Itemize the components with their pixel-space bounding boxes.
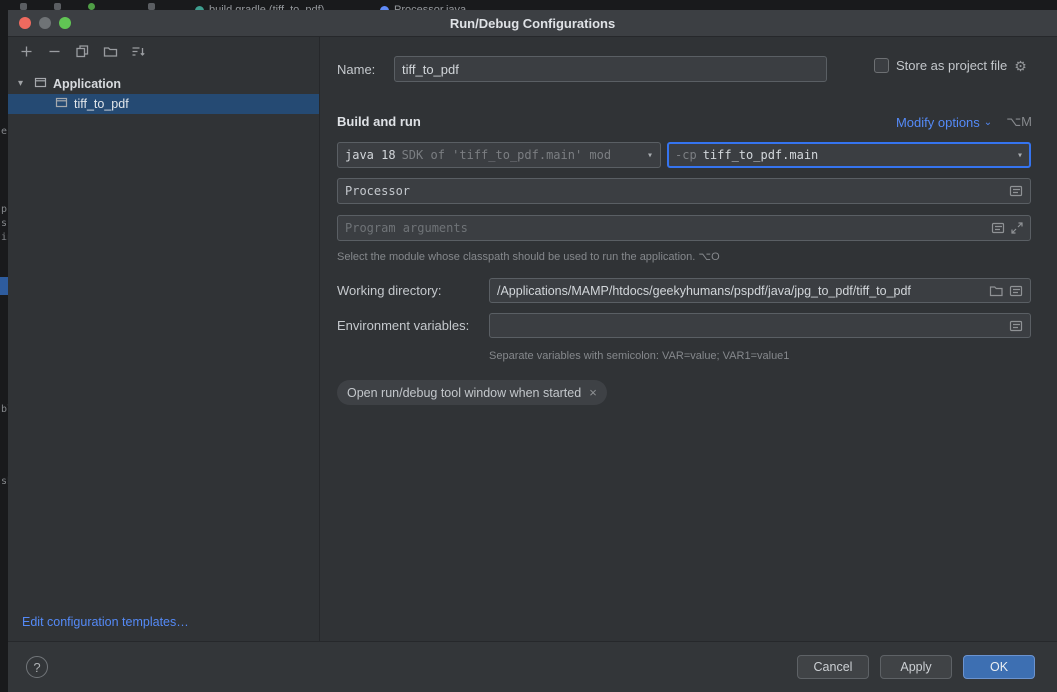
tree-group-label: Application [53,77,121,91]
ok-button[interactable]: OK [963,655,1035,679]
sort-configurations-button[interactable] [130,43,146,59]
modify-options-link[interactable]: Modify options [896,115,980,130]
insert-macros-icon[interactable] [1009,284,1023,298]
insert-macros-icon[interactable] [991,221,1005,235]
store-as-project-file-group: Store as project file ⚙ [874,58,1027,73]
chip-label: Open run/debug tool window when started [347,386,581,400]
tree-group-application[interactable]: ▾ Application [8,73,319,94]
minus-icon [47,44,62,59]
chevron-down-icon: ▾ [1017,150,1023,161]
editor-text-fragment: ss [1,218,8,229]
editor-text-fragment: e [1,126,7,137]
name-field[interactable] [394,56,827,82]
editor-tab-build-gradle[interactable]: build.gradle (tiff_to_pdf) ⌄ [195,0,340,10]
main-class-field[interactable] [337,178,1031,204]
environment-variables-input[interactable] [497,314,1003,337]
jdk-description: SDK of 'tiff_to_pdf.main' mod [402,148,612,162]
editor-tab-processor-java[interactable]: Processor.java [380,0,466,10]
run-configuration-icon [55,96,68,112]
background-toolbar-icon [54,3,61,10]
modify-options-group: Modify options ⌄ ⌥M [896,114,1032,130]
add-configuration-button[interactable] [18,43,34,59]
background-editor-left-sliver: e p ss in ble sh [0,0,8,692]
background-toolbar-icon [148,3,155,10]
dialog-footer: ? Cancel Apply OK [8,641,1057,692]
apply-button[interactable]: Apply [880,655,952,679]
zoom-button[interactable] [59,17,71,29]
dialog-title: Run/Debug Configurations [8,16,1057,31]
insert-macros-icon[interactable] [1009,319,1023,333]
environment-variables-hint: Separate variables with semicolon: VAR=v… [489,350,789,362]
jdk-combo-box[interactable]: java 18 SDK of 'tiff_to_pdf.main' mod ▾ [337,142,661,168]
remove-configuration-button[interactable] [46,43,62,59]
module-value: tiff_to_pdf.main [703,148,819,162]
working-directory-input[interactable] [497,279,983,302]
build-and-run-section-title: Build and run [337,114,421,129]
sidebar-toolbar [8,37,319,65]
module-classpath-combo-box[interactable]: -cp tiff_to_pdf.main ▾ [667,142,1031,168]
chevron-down-icon: ▾ [18,78,28,89]
copy-configuration-button[interactable] [74,43,90,59]
chevron-down-icon: ▾ [647,150,653,161]
help-button[interactable]: ? [26,656,48,678]
configurations-sidebar: ▾ Application tiff_to_pdf Edit configura… [8,37,320,641]
run-debug-configurations-dialog: Run/Debug Configurations [8,10,1057,692]
dialog-titlebar: Run/Debug Configurations [8,10,1057,37]
editor-text-fragment: p [1,204,7,215]
minimize-button[interactable] [39,17,51,29]
folder-icon [103,44,118,59]
application-type-icon [34,76,47,92]
editor-text-fragment: in [1,232,8,243]
program-arguments-field[interactable] [337,215,1031,241]
window-controls [19,17,71,29]
configuration-form: Name: Store as project file ⚙ Build and … [320,37,1057,641]
jdk-value: java 18 [345,148,396,162]
program-arguments-input[interactable] [345,216,985,240]
editor-text-fragment: ble [1,404,8,415]
chevron-down-icon: ⌄ [984,117,992,128]
configurations-tree: ▾ Application tiff_to_pdf [8,73,319,114]
classpath-flag: -cp [675,148,697,162]
cancel-button[interactable]: Cancel [797,655,869,679]
store-as-project-file-label: Store as project file [896,58,1007,73]
gear-icon[interactable]: ⚙ [1014,59,1027,73]
classpath-hint: Select the module whose classpath should… [337,250,720,263]
working-directory-field[interactable] [489,278,1031,303]
expand-field-icon[interactable] [1011,222,1023,234]
plus-icon [19,44,34,59]
sort-icon [131,44,146,59]
editor-text-fragment: sh [1,476,8,487]
main-class-input[interactable] [345,179,1003,203]
environment-variables-field[interactable] [489,313,1031,338]
run-icon [88,3,95,10]
name-input[interactable] [402,57,819,81]
background-editor-strip: build.gradle (tiff_to_pdf) ⌄ Processor.j… [8,0,1057,10]
name-label: Name: [337,62,375,77]
working-directory-label: Working directory: [337,283,442,298]
environment-variables-label: Environment variables: [337,318,469,333]
background-toolbar-icon [20,3,27,10]
edit-configuration-templates-link[interactable]: Edit configuration templates… [22,615,189,629]
close-button[interactable] [19,17,31,29]
modify-options-shortcut: ⌥M [1006,114,1032,130]
tree-item-label: tiff_to_pdf [74,97,129,111]
editor-selection-fragment [0,277,8,295]
browse-folder-icon[interactable] [989,284,1003,297]
tree-item-tiff-to-pdf[interactable]: tiff_to_pdf [8,94,319,114]
store-as-project-file-checkbox[interactable] [874,58,889,73]
copy-icon [75,44,90,59]
save-to-folder-button[interactable] [102,43,118,59]
open-tool-window-chip[interactable]: Open run/debug tool window when started … [337,380,607,405]
insert-macros-icon[interactable] [1009,184,1023,198]
close-icon[interactable]: × [589,385,597,400]
